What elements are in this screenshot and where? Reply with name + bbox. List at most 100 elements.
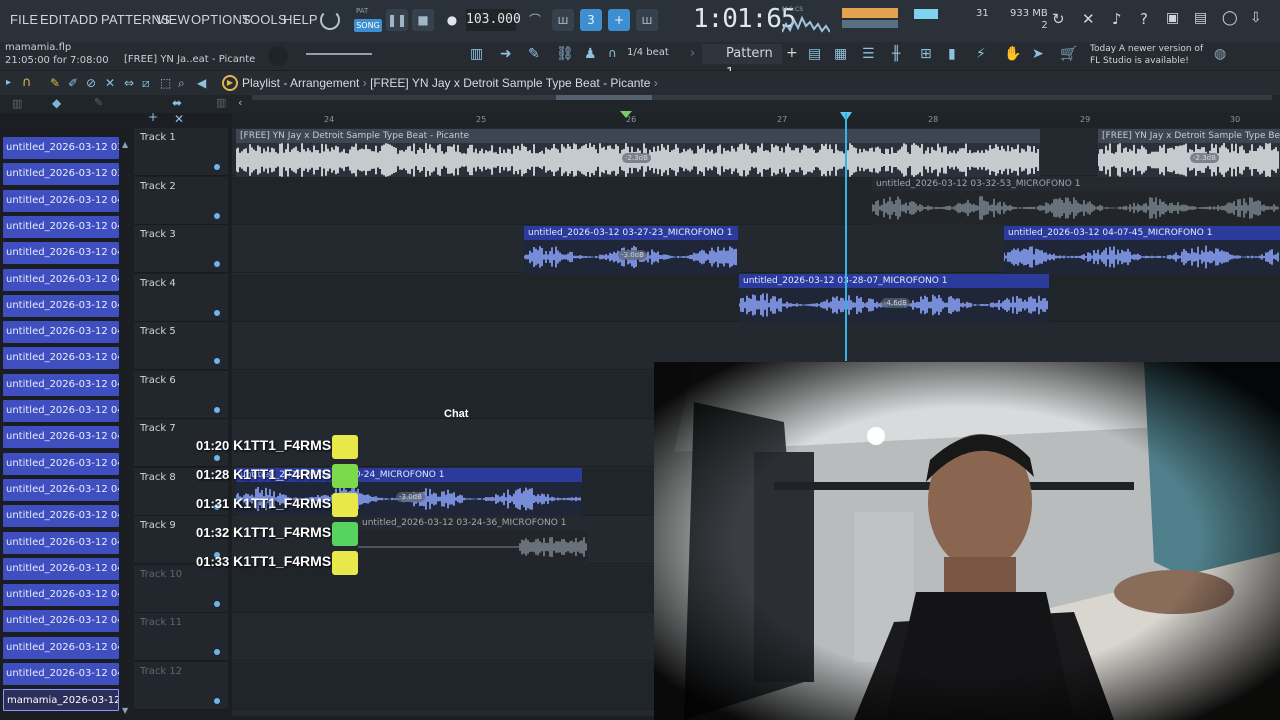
- draw-icon[interactable]: ✎: [528, 46, 540, 62]
- menu-tools[interactable]: TOOLS: [242, 12, 287, 27]
- arrow-right-icon[interactable]: ➜: [500, 46, 512, 62]
- browser-item[interactable]: untitled_2026-03-12 04-...: [3, 321, 119, 344]
- plugin-icon[interactable]: ▮: [948, 46, 956, 62]
- audio-clip-track3b[interactable]: untitled_2026-03-12 04-07-45_MICROFONO 1: [1004, 226, 1280, 274]
- slice-tool-icon[interactable]: ⧄: [142, 76, 150, 91]
- download-icon[interactable]: ⇩: [1250, 10, 1262, 26]
- help-icon[interactable]: ?: [1140, 10, 1148, 28]
- browser-icon[interactable]: ⊞: [920, 46, 932, 62]
- zoom-tool-icon[interactable]: ⌕: [178, 76, 185, 91]
- browser-item[interactable]: untitled_2026-03-12 03-...: [3, 163, 119, 186]
- cart-icon[interactable]: 🛒: [1060, 46, 1077, 62]
- browser-item[interactable]: untitled_2026-03-12 04-...: [3, 268, 119, 291]
- menu-file[interactable]: FILE: [10, 12, 38, 27]
- song-mode-toggle[interactable]: SONG: [354, 19, 382, 32]
- track-enable-led[interactable]: [214, 164, 220, 170]
- browser-scroll-up-icon[interactable]: ▲: [122, 140, 128, 149]
- loop-marker-icon[interactable]: [620, 111, 632, 118]
- scrollbar-thumb[interactable]: [556, 95, 652, 100]
- mixer-icon[interactable]: ╫: [892, 46, 900, 62]
- track-enable-led[interactable]: [214, 697, 220, 704]
- channel-rack-icon[interactable]: ☰: [862, 46, 875, 62]
- browser-item[interactable]: untitled_2026-03-12 04-...: [3, 452, 119, 475]
- audio-clip-track2[interactable]: untitled_2026-03-12 03-32-53_MICROFONO 1: [872, 177, 1280, 225]
- track-enable-led[interactable]: [214, 309, 220, 316]
- brush-tool-icon[interactable]: ✐: [68, 76, 78, 90]
- browser-sort-icon[interactable]: ◆: [52, 96, 61, 110]
- chat-icon[interactable]: ◯: [1222, 10, 1238, 26]
- clip-gain-label[interactable]: -3.0dB: [618, 250, 647, 260]
- track-header[interactable]: Track 2: [134, 176, 228, 225]
- track-enable-led[interactable]: [214, 455, 220, 461]
- select-tool-icon[interactable]: ⬚: [160, 76, 171, 90]
- audio-clip-track9[interactable]: untitled_2026-03-12 03-24-36_MICROFONO 1: [358, 516, 588, 564]
- browser-view-icon[interactable]: ▥: [12, 97, 22, 110]
- mute-tool-icon[interactable]: ✕: [105, 76, 115, 90]
- track-header[interactable]: Track 11: [134, 613, 228, 661]
- refresh-icon[interactable]: ↻: [1052, 10, 1065, 28]
- microphone-icon[interactable]: ♪: [1112, 10, 1122, 28]
- browser-item[interactable]: untitled_2026-03-12 04-...: [3, 557, 119, 580]
- plug-icon[interactable]: ⚡: [976, 46, 986, 62]
- menu-add[interactable]: ADD: [70, 12, 98, 27]
- browser-item[interactable]: untitled_2026-03-12 04-...: [3, 610, 119, 633]
- horizontal-zoom-icon[interactable]: ⬌: [172, 96, 182, 110]
- browser-scroll-down-icon[interactable]: ▼: [122, 706, 128, 715]
- browser-item[interactable]: untitled_2026-03-12 04-...: [3, 242, 119, 265]
- globe-icon[interactable]: ◍: [1214, 46, 1226, 62]
- pencil-tool-icon[interactable]: ✎: [50, 76, 60, 90]
- master-volume-slider[interactable]: [306, 53, 372, 55]
- step-edit-icon[interactable]: +: [608, 9, 630, 31]
- browser-item[interactable]: untitled_2026-03-12 04-...: [3, 505, 119, 528]
- stamp-icon[interactable]: ♟: [584, 46, 597, 62]
- playlist-icon[interactable]: ▤: [808, 46, 821, 62]
- countdown-icon[interactable]: 3: [580, 9, 602, 31]
- close-icon[interactable]: ✕: [174, 112, 184, 126]
- track-enable-led[interactable]: [214, 406, 220, 413]
- browser-item[interactable]: untitled_2026-03-12 04-...: [3, 426, 119, 449]
- browser-item[interactable]: untitled_2026-03-12 04-...: [3, 531, 119, 554]
- magnet-icon[interactable]: ∩: [608, 46, 617, 60]
- track-enable-led[interactable]: [214, 600, 220, 607]
- timeline-ruler[interactable]: [232, 113, 1280, 128]
- delete-tool-icon[interactable]: ⊘: [86, 76, 96, 90]
- slip-tool-icon[interactable]: ⇔: [124, 76, 134, 90]
- news-panel[interactable]: Today A newer version of FL Studio is av…: [1090, 43, 1203, 67]
- link-icon[interactable]: ⛓: [556, 46, 574, 62]
- menu-edit[interactable]: EDIT: [40, 12, 70, 27]
- stop-icon[interactable]: ■: [412, 9, 434, 31]
- track-header[interactable]: Track 12: [134, 661, 228, 710]
- track-header[interactable]: Track 3: [134, 225, 228, 273]
- clip-gain-label[interactable]: -2.3dB: [1190, 153, 1219, 163]
- pat-label[interactable]: PAT: [356, 7, 368, 15]
- track-enable-led[interactable]: [214, 261, 220, 267]
- clip-gain-label[interactable]: -4.6dB: [881, 298, 910, 308]
- playback-tool-icon[interactable]: ◀: [197, 76, 206, 90]
- view-toggle-icon[interactable]: ▥: [216, 96, 226, 109]
- menu-view[interactable]: VIEW: [156, 12, 190, 27]
- pattern-selector[interactable]: Pattern 1: [702, 44, 782, 81]
- scroll-left-icon[interactable]: ‹: [238, 96, 242, 109]
- tempo-display[interactable]: 103.000: [466, 9, 521, 31]
- browser-item[interactable]: untitled_2026-03-12 04-...: [3, 400, 119, 422]
- add-track-icon[interactable]: +: [148, 110, 158, 124]
- clip-gain-label[interactable]: -3.0dB: [396, 492, 425, 502]
- render-icon[interactable]: ▤: [1194, 10, 1207, 26]
- browser-item[interactable]: untitled_2026-03-12 03-...: [3, 137, 119, 159]
- timeline-scrollbar[interactable]: [252, 95, 1272, 100]
- snap-magnet-icon[interactable]: ∩: [22, 75, 32, 90]
- browser-item[interactable]: untitled_2026-03-12 04-...: [3, 584, 119, 607]
- master-pitch-knob[interactable]: [268, 46, 288, 66]
- metronome-icon[interactable]: ⌒: [524, 9, 546, 31]
- record-icon[interactable]: ●: [441, 9, 463, 31]
- track-header[interactable]: Track 4: [134, 273, 228, 322]
- pattern-strip-icon[interactable]: ▥: [470, 46, 483, 62]
- save-icon[interactable]: ▣: [1166, 10, 1179, 26]
- clip-gain-label[interactable]: -2.3dB: [622, 153, 651, 163]
- wait-record-icon[interactable]: ш: [552, 9, 574, 31]
- touch-icon[interactable]: ✋: [1004, 46, 1021, 62]
- play-mode-icon[interactable]: ▶: [222, 75, 238, 91]
- loop-record-icon[interactable]: ш: [636, 9, 658, 31]
- audio-clip-track3a[interactable]: untitled_2026-03-12 03-27-23_MICROFONO 1…: [524, 226, 738, 274]
- audio-clip-track4[interactable]: untitled_2026-03-12 03-28-07_MICROFONO 1…: [739, 274, 1049, 322]
